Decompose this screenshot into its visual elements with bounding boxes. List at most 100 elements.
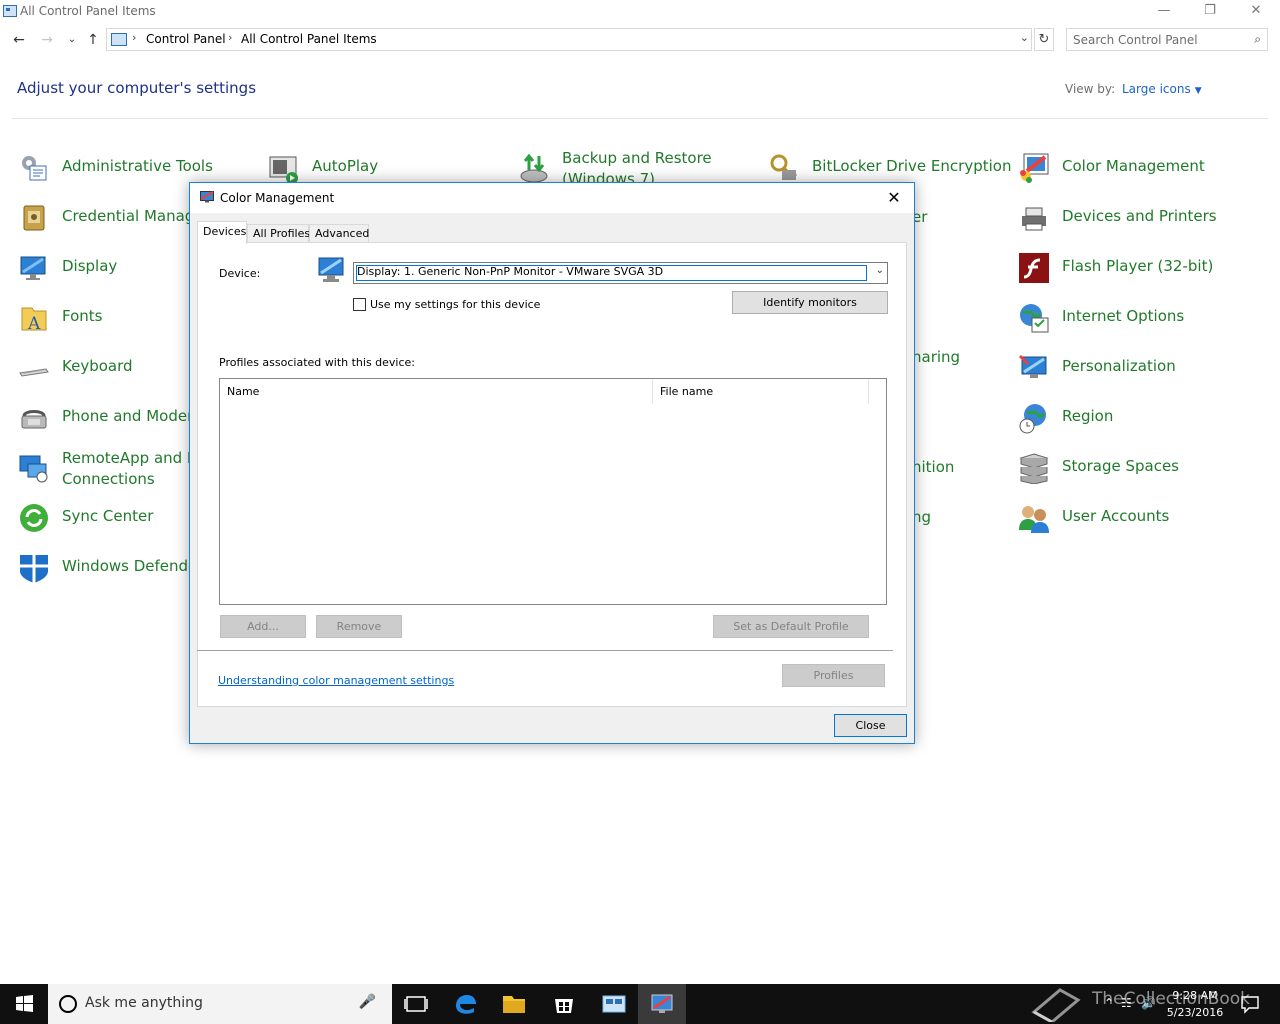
- search-input[interactable]: [1073, 32, 1243, 48]
- column-header-file-name[interactable]: File name: [653, 379, 869, 404]
- network-icon[interactable]: ☷: [1121, 996, 1132, 1010]
- cp-item-region[interactable]: Region: [1018, 398, 1268, 438]
- profiles-list[interactable]: Name File name: [219, 378, 887, 605]
- cortana-search-box[interactable]: Ask me anything 🎤: [48, 984, 392, 1024]
- cp-item-label: Display: [62, 257, 118, 275]
- system-clock[interactable]: 9:28 AM 5/23/2016: [1160, 987, 1230, 1021]
- cp-item-user-accounts[interactable]: User Accounts: [1018, 498, 1268, 538]
- clock-time: 9:28 AM: [1172, 989, 1218, 1002]
- cp-item-label: BitLocker Drive Encryption: [812, 157, 1012, 175]
- cp-item-label: Region: [1062, 407, 1114, 425]
- tab-devices[interactable]: Devices: [197, 221, 247, 244]
- cp-item-label: Credential Manager: [62, 207, 210, 225]
- use-my-settings-checkbox[interactable]: [353, 298, 366, 311]
- search-box[interactable]: ⌕: [1066, 28, 1268, 51]
- microphone-icon[interactable]: 🎤: [359, 994, 376, 1010]
- action-center-icon[interactable]: [1240, 994, 1260, 1014]
- dialog-close-icon[interactable]: ✕: [882, 186, 906, 210]
- phone-modem-icon: [21, 410, 47, 429]
- up-arrow-icon[interactable]: ↑: [83, 30, 103, 50]
- administrative-tools-icon: [22, 156, 47, 181]
- cp-item-label: Color Management: [1062, 157, 1205, 175]
- volume-icon[interactable]: 🔊: [1141, 996, 1156, 1010]
- add-profile-button[interactable]: Add...: [220, 615, 306, 638]
- maximize-button[interactable]: ❐: [1187, 0, 1233, 24]
- view-by-label: View by:: [1065, 82, 1116, 96]
- breadcrumb-separator-icon[interactable]: ›: [228, 31, 232, 44]
- remove-profile-button[interactable]: Remove: [316, 615, 402, 638]
- breadcrumb-separator-icon[interactable]: ›: [132, 31, 136, 44]
- cp-item-label: Personalization: [1062, 357, 1176, 375]
- cortana-icon: [59, 995, 77, 1013]
- cp-item-label: User Accounts: [1062, 507, 1170, 525]
- cp-item-flash-player[interactable]: Flash Player (32-bit): [1018, 248, 1268, 288]
- refresh-button[interactable]: ↻: [1034, 28, 1054, 51]
- credential-manager-icon: [23, 205, 45, 231]
- region-icon: [1019, 404, 1046, 434]
- window-title: All Control Panel Items: [20, 4, 156, 18]
- personalization-icon: [1018, 354, 1047, 378]
- devices-printers-icon: [1022, 207, 1046, 231]
- forward-arrow-icon[interactable]: →: [37, 30, 57, 50]
- view-by-value: Large icons: [1122, 82, 1191, 96]
- taskbar: Ask me anything 🎤 TheCollectionBook ⌃ ☷ …: [0, 984, 1280, 1024]
- cp-item-label: Backup and Restore: [562, 149, 712, 167]
- close-window-button[interactable]: ✕: [1233, 0, 1279, 24]
- cp-item-storage-spaces[interactable]: Storage Spaces: [1018, 448, 1268, 488]
- address-bar[interactable]: › Control Panel › All Control Panel Item…: [106, 28, 1032, 51]
- chevron-down-icon[interactable]: ⌄: [876, 265, 884, 276]
- cp-item-label: Keyboard: [62, 357, 133, 375]
- windows-start-icon[interactable]: [0, 984, 48, 1024]
- search-icon[interactable]: ⌕: [1254, 32, 1261, 47]
- cp-item-label: Flash Player (32-bit): [1062, 257, 1214, 275]
- set-default-profile-button[interactable]: Set as Default Profile: [713, 615, 869, 638]
- color-management-icon: [200, 191, 214, 203]
- monitor-icon: [318, 257, 344, 282]
- tab-all-profiles[interactable]: All Profiles: [247, 224, 310, 243]
- display-icon: [20, 256, 46, 280]
- profiles-associated-label: Profiles associated with this device:: [219, 356, 416, 369]
- cp-item-partial-label[interactable]: haring: [912, 348, 960, 366]
- minimize-button[interactable]: —: [1141, 0, 1187, 24]
- cp-item-color-management[interactable]: Color Management: [1018, 148, 1268, 188]
- flash-player-icon: [1019, 253, 1049, 283]
- tab-advanced[interactable]: Advanced: [309, 224, 369, 243]
- use-my-settings-label[interactable]: Use my settings for this device: [370, 298, 540, 311]
- sync-center-icon: [20, 504, 48, 532]
- cp-item-label: Windows Defender: [62, 557, 204, 575]
- recent-locations-chevron-icon[interactable]: ⌄: [62, 30, 82, 50]
- color-management-taskbar-icon[interactable]: [638, 984, 686, 1024]
- understanding-color-management-link[interactable]: Understanding color management settings: [218, 674, 454, 687]
- profiles-button[interactable]: Profiles: [782, 664, 885, 687]
- show-hidden-icons-chevron-icon[interactable]: ⌃: [1104, 996, 1114, 1010]
- breadcrumb-all-items[interactable]: All Control Panel Items: [241, 32, 377, 46]
- file-explorer-icon[interactable]: [490, 984, 538, 1024]
- clock-date: 5/23/2016: [1166, 1006, 1224, 1019]
- dialog-divider: [197, 650, 893, 651]
- control-panel-icon: [3, 5, 17, 17]
- identify-monitors-button[interactable]: Identify monitors: [732, 291, 888, 314]
- bitlocker-icon: [770, 154, 798, 181]
- store-icon[interactable]: [540, 984, 588, 1024]
- column-header-name[interactable]: Name: [220, 379, 653, 404]
- cp-item-devices-printers[interactable]: Devices and Printers: [1018, 198, 1268, 238]
- close-button[interactable]: Close: [834, 714, 907, 737]
- cp-item-personalization[interactable]: Personalization: [1018, 348, 1268, 388]
- view-by-dropdown[interactable]: Large icons ▼: [1122, 82, 1202, 96]
- device-select[interactable]: Display: 1. Generic Non-PnP Monitor - VM…: [353, 262, 888, 284]
- cp-item-label: Storage Spaces: [1062, 457, 1179, 475]
- breadcrumb-control-panel[interactable]: Control Panel: [146, 32, 226, 46]
- user-accounts-icon: [1019, 506, 1049, 533]
- cp-item-internet-options[interactable]: Internet Options: [1018, 298, 1268, 338]
- cp-item-partial-label[interactable]: nition: [912, 458, 954, 476]
- cp-item-label: Fonts: [62, 307, 103, 325]
- device-label: Device:: [219, 267, 261, 280]
- edge-browser-icon[interactable]: [442, 984, 490, 1024]
- task-view-icon[interactable]: [392, 984, 440, 1024]
- cp-item-label: AutoPlay: [312, 157, 379, 175]
- address-dropdown-icon[interactable]: ⌄: [1020, 31, 1029, 44]
- back-arrow-icon[interactable]: ←: [9, 30, 29, 50]
- dialog-title: Color Management: [220, 191, 335, 205]
- dialog-titlebar: Color Management ✕: [190, 183, 914, 213]
- control-panel-taskbar-icon[interactable]: [590, 984, 638, 1024]
